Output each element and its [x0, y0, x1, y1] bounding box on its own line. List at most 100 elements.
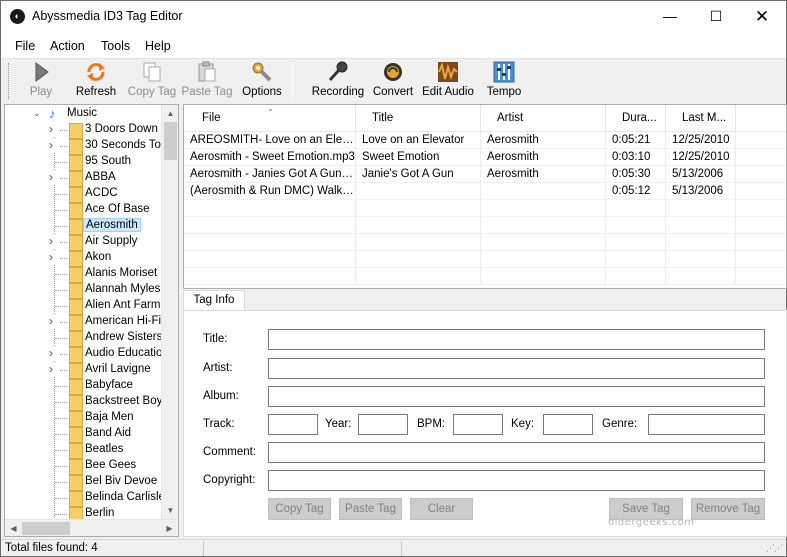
file-cell[interactable]: 5/13/2006 [666, 183, 736, 200]
tree-item[interactable]: Band Aid [5, 426, 165, 443]
file-cell[interactable]: Aerosmith - Janies Got A Gun.mp3 [184, 166, 356, 183]
expand-icon[interactable]: › [49, 170, 59, 184]
file-list[interactable]: ⌄ File Title Artist Dura... Last M... AR… [183, 104, 787, 289]
tree-scroll-thumb[interactable] [164, 122, 177, 160]
expand-icon[interactable]: › [49, 234, 59, 248]
tree-item[interactable]: Alien Ant Farm [5, 298, 165, 315]
column-header-title[interactable]: Title [356, 105, 481, 131]
tree-item[interactable]: Bel Biv Devoe [5, 474, 165, 491]
file-cell[interactable]: Janie's Got A Gun [356, 166, 481, 183]
expand-icon[interactable]: › [49, 362, 59, 376]
artist-input[interactable] [268, 358, 765, 379]
menu-tools[interactable]: Tools [101, 39, 130, 53]
file-cell[interactable]: Love on an Elevator [356, 132, 481, 149]
file-cell[interactable]: 5/13/2006 [666, 166, 736, 183]
menu-file[interactable]: File [15, 39, 35, 53]
column-header-duration[interactable]: Dura... [606, 105, 666, 131]
maximize-button[interactable]: ☐ [693, 1, 739, 32]
tree-item[interactable]: Belinda Carlisle [5, 490, 165, 507]
expand-icon[interactable]: › [49, 122, 59, 136]
copy-tag-panel-button[interactable]: Copy Tag [268, 498, 331, 520]
tree-item[interactable]: Alannah Myles [5, 282, 165, 299]
refresh-button[interactable]: Refresh [69, 61, 123, 101]
column-header-last-modified[interactable]: Last M... [666, 105, 736, 131]
file-cell[interactable] [481, 183, 606, 200]
tree-item[interactable]: › Avril Lavigne [5, 362, 165, 379]
file-cell[interactable]: 0:05:12 [606, 183, 666, 200]
expand-icon[interactable]: › [49, 138, 59, 152]
scroll-left-icon[interactable]: ◀ [5, 520, 22, 536]
close-button[interactable]: ✕ [739, 1, 785, 32]
key-input[interactable] [543, 414, 593, 435]
tree-item[interactable]: › Audio Educatior [5, 346, 166, 363]
copy-tag-button[interactable]: Copy Tag [126, 61, 178, 101]
tree-item[interactable]: › American Hi-Fi [5, 314, 165, 331]
expand-icon[interactable]: › [49, 250, 59, 264]
file-cell[interactable]: 0:05:30 [606, 166, 666, 183]
file-cell[interactable]: Aerosmith [481, 166, 606, 183]
minimize-button[interactable]: — [647, 1, 693, 32]
tempo-button[interactable]: Tempo [482, 61, 526, 101]
menu-help[interactable]: Help [145, 39, 171, 53]
copyright-input[interactable] [268, 470, 765, 491]
tab-tag-info[interactable]: Tag Info [183, 290, 245, 311]
file-cell[interactable]: Aerosmith - Sweet Emotion.mp3 [184, 149, 356, 166]
play-button[interactable]: Play [19, 61, 63, 101]
expand-icon[interactable]: › [49, 346, 59, 360]
track-input[interactable] [268, 414, 318, 435]
expand-icon[interactable]: › [49, 314, 59, 328]
tree-item[interactable]: Babyface [5, 378, 165, 395]
bpm-input[interactable] [453, 414, 503, 435]
file-cell[interactable]: (Aerosmith & Run DMC) Walk This Way.mp3 [184, 183, 356, 200]
recording-button[interactable]: Recording [310, 61, 366, 101]
album-input[interactable] [268, 386, 765, 407]
scroll-up-icon[interactable]: ▲ [162, 105, 178, 122]
file-cell[interactable]: 0:03:10 [606, 149, 666, 166]
title-input[interactable] [268, 329, 765, 350]
paste-tag-panel-button[interactable]: Paste Tag [339, 498, 402, 520]
genre-input[interactable] [648, 414, 765, 435]
file-cell[interactable]: AREOSMITH- Love on an Elevator.mp3 [184, 132, 356, 149]
tree-root-music[interactable]: ⌄ ♪ Music [5, 106, 165, 122]
file-cell[interactable] [356, 183, 481, 200]
tree-item[interactable]: › 30 Seconds To M [5, 138, 174, 155]
paste-tag-button[interactable]: Paste Tag [180, 61, 234, 101]
year-input[interactable] [358, 414, 408, 435]
column-header-artist[interactable]: Artist [481, 105, 606, 131]
tree-item[interactable]: Backstreet Boys [5, 394, 168, 411]
file-cell[interactable]: Sweet Emotion [356, 149, 481, 166]
column-header-file[interactable]: ⌄ File [184, 105, 356, 131]
resize-grip-icon[interactable]: ⋰⋰ [766, 543, 783, 554]
tree-horizontal-scrollbar[interactable]: ◀ ▶ [5, 519, 178, 536]
tree-item[interactable]: Beatles [5, 442, 165, 459]
tree-item[interactable]: Ace Of Base [5, 202, 165, 219]
scroll-down-icon[interactable]: ▼ [162, 502, 178, 519]
convert-button[interactable]: Convert [370, 61, 416, 101]
file-cell[interactable]: 12/25/2010 [666, 132, 736, 149]
tree-vertical-scrollbar[interactable]: ▲ ▼ [161, 105, 178, 519]
options-button[interactable]: Options [239, 61, 285, 101]
edit-audio-button[interactable]: Edit Audio [421, 61, 475, 101]
comment-input[interactable] [268, 442, 765, 463]
tree-item[interactable]: › 3 Doors Down [5, 122, 165, 139]
file-cell[interactable]: 0:05:21 [606, 132, 666, 149]
tree-item[interactable]: › Akon [5, 250, 165, 267]
file-cell[interactable]: 12/25/2010 [666, 149, 736, 166]
tree-item[interactable]: Baja Men [5, 410, 165, 427]
tree-item[interactable]: › ABBA [5, 170, 165, 187]
collapse-icon[interactable]: ⌄ [33, 108, 41, 119]
file-cell[interactable]: Aerosmith [481, 132, 606, 149]
tree-item[interactable]: Andrew Sisters [5, 330, 165, 347]
tree-item[interactable]: Alanis Moriset [5, 266, 165, 283]
tree-item[interactable]: ACDC [5, 186, 165, 203]
tree-item[interactable]: Aerosmith [5, 218, 165, 235]
folder-tree[interactable]: ⌄ ♪ Music › 3 Doors Down › 30 Seconds To M9… [4, 104, 179, 537]
menu-action[interactable]: Action [50, 39, 85, 53]
tree-item[interactable]: 95 South [5, 154, 165, 171]
clear-button[interactable]: Clear [410, 498, 473, 520]
remove-tag-button[interactable]: Remove Tag [691, 498, 765, 520]
tree-item[interactable]: Bee Gees [5, 458, 165, 475]
scroll-right-icon[interactable]: ▶ [161, 520, 178, 536]
file-cell[interactable]: Aerosmith [481, 149, 606, 166]
tree-item[interactable]: › Air Supply [5, 234, 165, 251]
